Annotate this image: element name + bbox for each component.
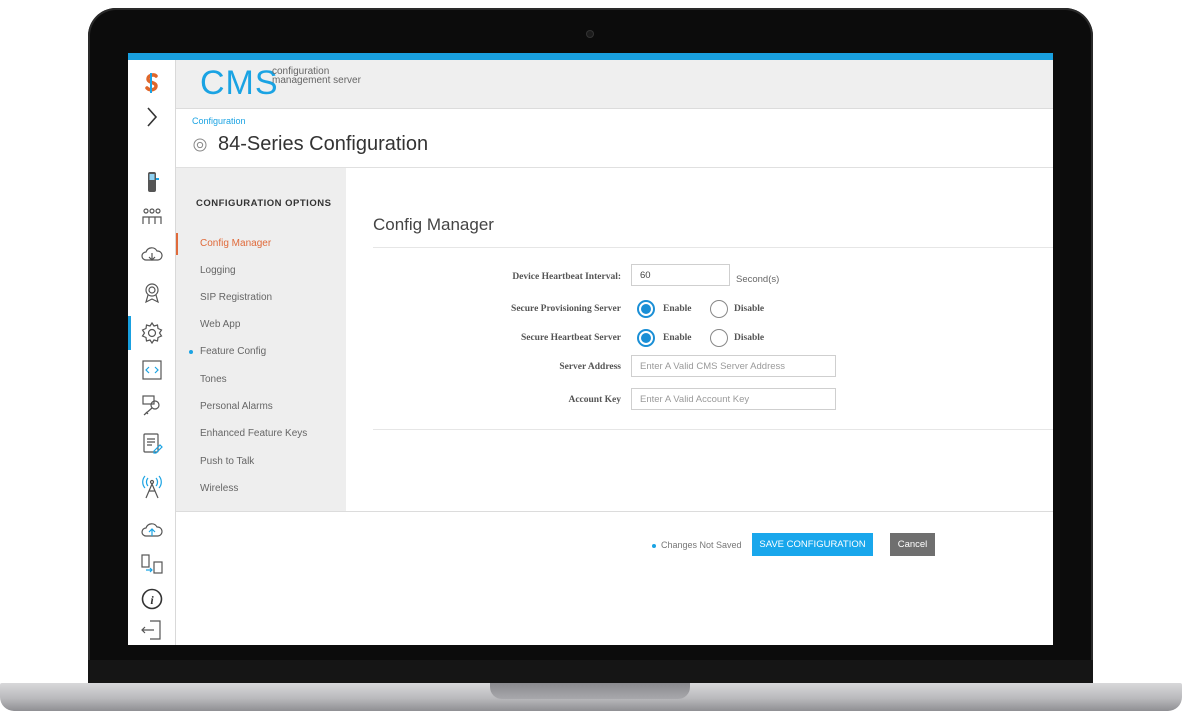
divider: [373, 247, 1053, 248]
settings-gear-icon[interactable]: [128, 316, 175, 350]
info-icon[interactable]: i: [128, 582, 175, 616]
secure-heartbeat-label: Secure Heartbeat Server: [520, 333, 621, 343]
cancel-button[interactable]: Cancel: [890, 533, 935, 556]
server-address-label: Server Address: [559, 362, 621, 372]
users-group-icon[interactable]: [128, 199, 175, 233]
app-logo: CMS: [200, 64, 279, 102]
device-transfer-icon[interactable]: [128, 547, 175, 581]
top-accent-bar: [128, 53, 1053, 60]
svg-text:i: i: [150, 593, 154, 607]
secure-provisioning-enable-radio[interactable]: [637, 300, 655, 318]
key-search-icon[interactable]: [128, 388, 175, 422]
edit-document-icon[interactable]: [128, 426, 175, 460]
logout-icon[interactable]: [128, 613, 175, 645]
heartbeat-interval-input[interactable]: [631, 264, 730, 286]
settings-gear-icon: [193, 138, 207, 151]
configuration-options-panel: CONFIGURATION OPTIONS Config Manager Log…: [176, 168, 346, 511]
secure-provisioning-disable-radio[interactable]: [710, 300, 728, 318]
xml-code-icon[interactable]: [128, 353, 175, 387]
icon-rail: i: [128, 60, 176, 645]
heartbeat-unit: Second(s): [736, 274, 780, 285]
secure-heartbeat-disable-radio[interactable]: [710, 329, 728, 347]
app-logo-subtitle: configuration management server: [272, 66, 361, 86]
screen: i CMS configuration management server Co…: [128, 53, 1053, 645]
phone-device-icon[interactable]: [128, 165, 175, 199]
option-web-app[interactable]: Web App: [176, 314, 346, 336]
option-config-manager[interactable]: Config Manager: [176, 233, 346, 255]
enable-label: Enable: [663, 333, 692, 343]
cloud-upload-icon[interactable]: [128, 513, 175, 547]
option-feature-config[interactable]: Feature Config: [176, 341, 346, 363]
page-title: 84-Series Configuration: [218, 133, 429, 155]
divider: [176, 511, 1053, 512]
option-personal-alarms[interactable]: Personal Alarms: [176, 396, 346, 418]
disable-label: Disable: [734, 333, 765, 343]
antenna-tower-icon[interactable]: [128, 463, 175, 511]
laptop-chin: [88, 660, 1093, 684]
enable-label: Enable: [663, 304, 692, 314]
account-key-input[interactable]: [631, 388, 836, 410]
page-title-row: 84-Series Configuration: [192, 133, 428, 156]
options-heading: CONFIGURATION OPTIONS: [196, 198, 332, 209]
secure-heartbeat-enable-radio[interactable]: [637, 329, 655, 347]
disable-label: Disable: [734, 304, 765, 314]
app-header: CMS configuration management server: [176, 60, 1053, 109]
breadcrumb[interactable]: Configuration: [192, 116, 246, 126]
option-push-to-talk[interactable]: Push to Talk: [176, 451, 346, 473]
certificate-icon[interactable]: [128, 275, 175, 309]
app-logo-icon[interactable]: [128, 66, 175, 100]
cloud-download-icon[interactable]: [128, 238, 175, 272]
option-sip-registration[interactable]: SIP Registration: [176, 287, 346, 309]
modified-dot: [189, 350, 193, 354]
option-logging[interactable]: Logging: [176, 260, 346, 282]
heartbeat-interval-label: Device Heartbeat Interval:: [512, 272, 621, 282]
section-title: Config Manager: [373, 215, 494, 234]
option-tones[interactable]: Tones: [176, 369, 346, 391]
server-address-input[interactable]: [631, 355, 836, 377]
secure-provisioning-label: Secure Provisioning Server: [511, 304, 621, 314]
divider: [373, 429, 1053, 430]
save-configuration-button[interactable]: SAVE CONFIGURATION: [752, 533, 873, 556]
expand-chevron-icon[interactable]: [128, 100, 175, 134]
status-dot: [652, 543, 656, 548]
laptop-notch: [490, 683, 690, 699]
account-key-label: Account Key: [568, 395, 621, 405]
option-wireless[interactable]: Wireless: [176, 478, 346, 500]
unsaved-status: Changes Not Saved: [652, 540, 742, 550]
webcam: [586, 30, 594, 38]
option-enhanced-feature-keys[interactable]: Enhanced Feature Keys: [176, 423, 346, 445]
